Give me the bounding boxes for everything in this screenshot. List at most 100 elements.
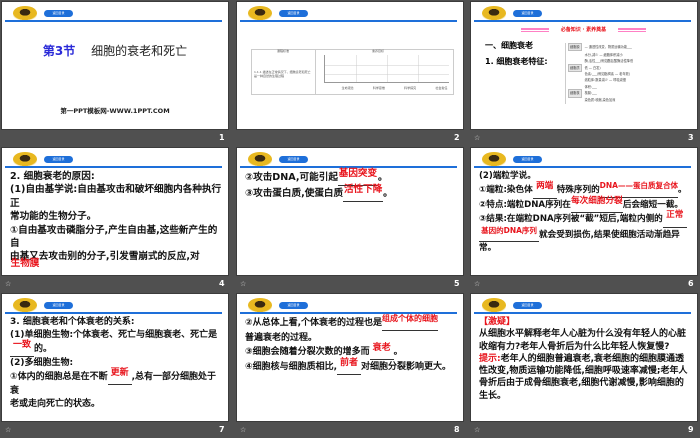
slide-number: 7	[219, 425, 225, 434]
slide-thumbnail-9[interactable]: 返回目录 【激疑】 从细胞水平解释老年人心脏为什么没有年轻人的心脏收缩有力?老年…	[471, 294, 697, 421]
hint-label: 提示:	[479, 353, 501, 364]
answer-text: 一致	[12, 339, 31, 350]
star-transition-icon[interactable]: ☆	[5, 426, 11, 434]
header-divider	[5, 312, 222, 314]
slide-content: 2. 细胞衰老的原因: (1)自由基学说:自由基攻击和破坏细胞内各种执行正常功能的…	[10, 170, 222, 275]
mindmap-branch: 细胞膜 — 通透性改变，物质运输功能___	[568, 43, 633, 52]
slide-header: 返回目录	[2, 294, 228, 314]
question-tag: 【激疑】	[479, 317, 516, 327]
slide-thumbnail-3[interactable]: 返回目录 必备知识 · 素养奠基 一、细胞衰老 1. 细胞衰老特征: 细胞膜 — …	[471, 2, 697, 129]
text-line: 2. 细胞衰老的原因:	[10, 171, 95, 182]
slide-number: 6	[688, 279, 694, 288]
axis-label: 科学探究	[404, 86, 417, 90]
logo-icon	[482, 152, 506, 166]
slide-number: 1	[219, 133, 225, 142]
slide-number: 2	[454, 133, 460, 142]
text: ④细胞核与细胞质相比,	[245, 362, 338, 372]
header-divider	[474, 166, 691, 168]
slide-thumbnail-7[interactable]: 返回目录 3. 细胞衰老和个体衰老的关系: (1)单细胞生物:个体衰老、死亡与细…	[2, 294, 228, 421]
star-transition-icon[interactable]: ☆	[474, 280, 480, 288]
answer-text: 两端	[536, 181, 554, 192]
section-heading: 一、细胞衰老	[485, 41, 533, 50]
axis-label: 社会责任	[435, 86, 448, 90]
back-to-contents-button[interactable]: 返回目录	[279, 302, 308, 309]
text: 对细胞分裂影响更大。	[361, 362, 452, 372]
text: ③结果:在端粒DNA序列被“截”短后,端粒内侧的	[479, 214, 663, 225]
logo-icon	[248, 152, 272, 166]
branch-item: — 通透性改变，物质运输功能___	[584, 45, 632, 49]
text: 普遍衰老的过程。	[245, 333, 318, 343]
slide-thumbnail-8[interactable]: 返回目录 ②从总体上看,个体衰老的过程也是组成个体的细胞 普遍衰老的过程。 ③细…	[237, 294, 463, 421]
branch-label: 细胞核	[568, 89, 582, 98]
back-to-contents-button[interactable]: 返回目录	[513, 302, 542, 309]
answer-blank: 正常	[662, 210, 687, 228]
slide-thumbnail-5[interactable]: 返回目录 ②攻击DNA,可能引起基因突变。 ③攻击蛋白质,使蛋白质活性下降。	[237, 148, 463, 275]
star-transition-icon[interactable]: ☆	[474, 134, 480, 142]
answer-text: 基因的DNA序列	[481, 225, 537, 235]
text: ②从总体上看,个体衰老的过程也是	[245, 318, 383, 328]
col-header: 素养目标	[372, 49, 385, 53]
answer-blank: 两端	[532, 181, 557, 199]
answer-text: 活性下降	[343, 184, 383, 195]
text-line: 常功能的生物分子。	[10, 211, 97, 223]
logo-icon	[482, 298, 506, 312]
header-divider	[5, 20, 222, 22]
answer-text: 正常	[666, 210, 684, 221]
question-text: 从细胞水平解释老年人心脏为什么没有年轻人的心脏收缩有力?老年人骨折后为什么比年轻…	[479, 329, 687, 352]
star-transition-icon[interactable]: ☆	[5, 280, 11, 288]
slide-thumbnail-4[interactable]: 返回目录 2. 细胞衰老的原因: (1)自由基学说:自由基攻击和破坏细胞内各种执行…	[2, 148, 228, 275]
slide-header: 返回目录	[237, 2, 463, 22]
logo-icon	[13, 6, 37, 20]
text: 后会缩短一截。	[622, 199, 684, 210]
standard-text: 1.1.1 描述在正常情况下，细胞衰老和死亡是一种自然的生理过程	[254, 70, 311, 78]
answer-text: 生物膜	[10, 257, 40, 269]
text-line: (1)自由基学说:自由基攻击和破坏细胞内各种执行正	[10, 184, 222, 209]
slide-content: ②从总体上看,个体衰老的过程也是组成个体的细胞 普遍衰老的过程。 ③细胞会随着分…	[245, 314, 457, 375]
back-to-contents-button[interactable]: 返回目录	[279, 10, 308, 17]
logo-icon	[248, 298, 272, 312]
logo-icon	[13, 298, 37, 312]
back-to-contents-button[interactable]: 返回目录	[513, 10, 542, 17]
logo-icon	[482, 6, 506, 20]
answer-blank: 一致	[10, 339, 34, 358]
slide-thumbnail-2[interactable]: 返回目录 课程标准 素养目标 1.1.1 描述在正常情况下，细胞衰老和死亡是一种…	[237, 2, 463, 129]
slide-header: 返回目录	[237, 148, 463, 168]
star-transition-icon[interactable]: ☆	[474, 426, 480, 434]
back-to-contents-button[interactable]: 返回目录	[44, 156, 73, 163]
logo-icon	[13, 152, 37, 166]
answer-blank: 组成个体的细胞	[382, 314, 439, 331]
section-banner: 必备知识 · 素养奠基	[521, 26, 646, 33]
slide-content: 【激疑】 从细胞水平解释老年人心脏为什么没有年轻人的心脏收缩有力?老年人骨折后为…	[479, 316, 691, 402]
slide-header: 返回目录	[471, 148, 697, 168]
answer-text: 前者	[340, 358, 359, 368]
answer-blank: 前者	[337, 358, 362, 375]
back-to-contents-button[interactable]: 返回目录	[513, 156, 542, 163]
slide-header: 返回目录	[237, 294, 463, 314]
branch-label: 细胞膜	[568, 43, 582, 52]
header-divider	[5, 166, 222, 168]
slide-title: 第3节 细胞的衰老和死亡	[2, 42, 228, 59]
slide-content: ②攻击DNA,可能引起基因突变。 ③攻击蛋白质,使蛋白质活性下降。	[245, 168, 457, 202]
slide-thumbnail-1[interactable]: 返回目录 第3节 细胞的衰老和死亡 第一PPT模板网-WWW.1PPT.COM	[2, 2, 228, 129]
answer-blank: 衰老	[369, 343, 394, 360]
back-to-contents-button[interactable]: 返回目录	[279, 156, 308, 163]
back-to-contents-button[interactable]: 返回目录	[44, 10, 73, 17]
text: ②攻击DNA,可能引起	[245, 172, 338, 183]
slide-number: 9	[688, 425, 694, 434]
slide-thumbnail-6[interactable]: 返回目录 (2)端粒学说。 ①端粒:染色体 两端 特殊序列的DNA——蛋白质复合体。…	[471, 148, 697, 275]
footer-text: 第一PPT模板网-WWW.1PPT.COM	[60, 107, 170, 115]
header-divider	[474, 20, 691, 22]
star-transition-icon[interactable]: ☆	[240, 280, 246, 288]
header-divider	[474, 312, 691, 314]
answer-text: DNA——蛋白质复合体	[599, 181, 678, 191]
star-transition-icon[interactable]: ☆	[240, 426, 246, 434]
standards-table: 课程标准 素养目标 1.1.1 描述在正常情况下，细胞衰老和死亡是一种自然的生理…	[251, 49, 454, 95]
slide-header: 返回目录	[471, 294, 697, 314]
slide-content: (2)端粒学说。 ①端粒:染色体 两端 特殊序列的DNA——蛋白质复合体。 ②特点:…	[479, 170, 691, 255]
slide-number: 4	[219, 279, 225, 288]
slide-content: 3. 细胞衰老和个体衰老的关系: (1)单细胞生物:个体衰老、死亡与细胞衰老、死…	[10, 316, 222, 412]
slide-header: 返回目录	[2, 2, 228, 22]
back-to-contents-button[interactable]: 返回目录	[44, 302, 73, 309]
goal-grid	[324, 55, 449, 83]
text: ③攻击蛋白质,使蛋白质	[245, 188, 344, 199]
